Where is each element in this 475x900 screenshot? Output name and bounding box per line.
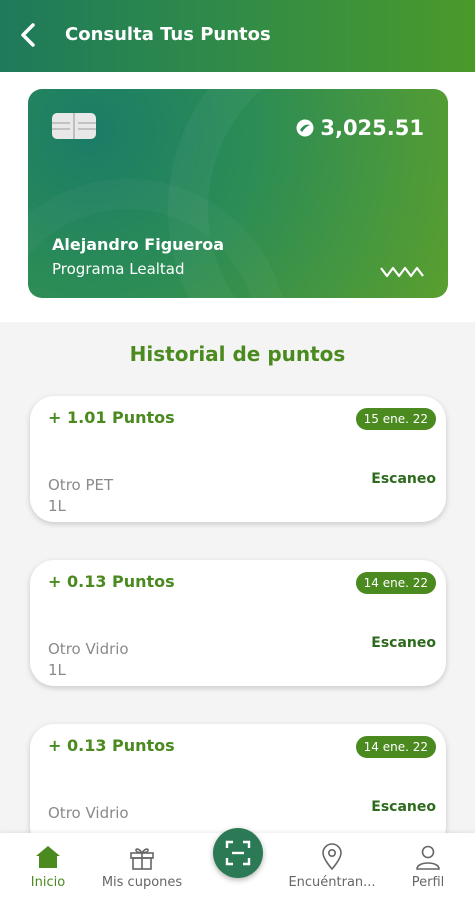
nav-label: Encuéntran...	[288, 875, 376, 890]
nav-item-inicio[interactable]: Inicio	[16, 843, 80, 890]
location-icon	[322, 843, 342, 871]
entry-type: Escaneo	[371, 799, 436, 815]
entry-points: + 0.13 Puntos	[48, 736, 175, 755]
page-title: Consulta Tus Puntos	[65, 24, 271, 45]
nav-label: Inicio	[30, 875, 66, 890]
points-balance-value: 3,025.51	[320, 116, 424, 140]
history-entry[interactable]: + 0.13 Puntos 14 ene. 22 Escaneo Otro Vi…	[30, 560, 446, 686]
back-arrow-icon[interactable]	[18, 22, 44, 50]
chip-icon	[52, 113, 96, 139]
entry-type: Escaneo	[371, 635, 436, 651]
nav-item-mis-cupones[interactable]: Mis cupones	[92, 843, 192, 890]
entry-date-badge: 15 ene. 22	[355, 408, 436, 430]
gift-icon	[130, 848, 154, 870]
history-title: Historial de puntos	[129, 342, 346, 366]
card-holder-name: Alejandro Figueroa	[52, 235, 225, 254]
entry-points: + 0.13 Puntos	[48, 572, 175, 591]
nav-label: Mis cupones	[101, 875, 183, 890]
entry-date-badge: 14 ene. 22	[355, 572, 436, 594]
points-balance: 3,025.51	[296, 116, 424, 140]
entry-size: 1L	[48, 497, 66, 515]
entry-type: Escaneo	[371, 471, 436, 487]
entry-material: Otro Vidrio	[48, 804, 129, 822]
user-icon	[416, 845, 440, 870]
top-app-bar: Consulta Tus Puntos	[0, 0, 475, 72]
home-icon	[36, 846, 60, 868]
scan-icon	[225, 840, 251, 866]
history-entry[interactable]: + 1.01 Puntos 15 ene. 22 Escaneo Otro PE…	[30, 396, 446, 522]
program-name: Programa Lealtad	[52, 260, 185, 278]
nav-item-encuentranos[interactable]: Encuéntran...	[282, 843, 382, 890]
entry-material: Otro PET	[48, 476, 114, 494]
wave-icon	[380, 266, 424, 278]
entry-material: Otro Vidrio	[48, 640, 129, 658]
loyalty-card: 3,025.51 Alejandro Figueroa Programa Lea…	[28, 89, 448, 298]
entry-size: 1L	[48, 661, 66, 679]
nav-label: Perfil	[411, 875, 445, 890]
points-coin-icon	[296, 119, 314, 137]
entry-date-badge: 14 ene. 22	[355, 736, 436, 758]
nav-item-perfil[interactable]: Perfil	[400, 843, 456, 890]
scan-button[interactable]	[213, 828, 263, 878]
entry-points: + 1.01 Puntos	[48, 408, 175, 427]
